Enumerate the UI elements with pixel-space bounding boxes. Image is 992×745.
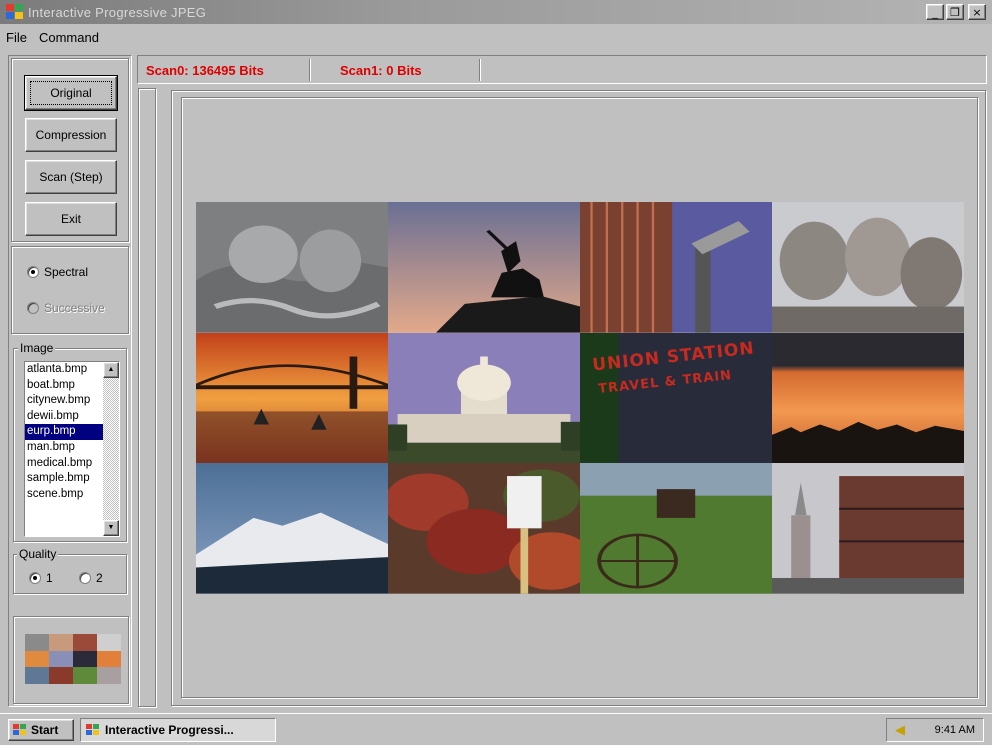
scroll-down-button[interactable]: ▼ <box>103 520 119 536</box>
quality-group-legend: Quality <box>17 547 59 561</box>
start-label: Start <box>31 723 59 737</box>
autumn-sign-photo <box>388 463 580 594</box>
windows-logo-icon <box>13 724 27 736</box>
mount-rushmore-photo <box>772 202 964 333</box>
farm-wheel-photo <box>580 463 772 594</box>
app-icon <box>86 724 100 736</box>
successive-option: Successive <box>27 301 105 315</box>
quality-radio-1[interactable] <box>29 572 41 584</box>
scan0-status: Scan0: 136495 Bits <box>138 59 310 81</box>
quality-option-1[interactable]: 1 <box>29 571 53 585</box>
skyscraper-photo <box>580 202 772 333</box>
scan-status-bar: Scan0: 136495 Bits Scan1: 0 Bits <box>137 55 987 84</box>
minimize-button[interactable]: _ <box>926 4 944 20</box>
maximize-button[interactable]: ❐ <box>946 4 964 20</box>
thumbnail-frame <box>13 616 129 704</box>
quality-label-1: 1 <box>46 571 53 585</box>
successive-label: Successive <box>44 301 105 315</box>
taskbar-app-button[interactable]: Interactive Progressi... <box>80 718 276 742</box>
mountain-photo <box>196 463 388 594</box>
list-item[interactable]: man.bmp <box>25 440 103 456</box>
spectral-radio[interactable] <box>27 266 39 278</box>
list-item[interactable]: citynew.bmp <box>25 393 103 409</box>
taskbar-app-label: Interactive Progressi... <box>105 723 234 737</box>
union-station-photo: UNION STATION TRAVEL & TRAIN <box>580 332 772 464</box>
list-scrollbar[interactable]: ▲ ▼ <box>103 362 119 536</box>
list-item[interactable]: boat.bmp <box>25 378 103 394</box>
stone-carving-photo <box>196 202 388 333</box>
list-item[interactable]: sample.bmp <box>25 471 103 487</box>
scroll-up-button[interactable]: ▲ <box>103 362 119 378</box>
menu-bar: File Command <box>0 26 105 48</box>
list-item[interactable]: scene.bmp <box>25 487 103 503</box>
sunset-silhouette-photo <box>772 332 964 464</box>
list-item[interactable]: dewii.bmp <box>25 409 103 425</box>
scan-step-button[interactable]: Scan (Step) <box>25 160 117 194</box>
quality-label-2: 2 <box>96 571 103 585</box>
exit-button[interactable]: Exit <box>25 202 117 236</box>
list-item[interactable]: medical.bmp <box>25 456 103 472</box>
horse-statue-photo <box>388 202 580 333</box>
vertical-splitter[interactable] <box>138 88 156 707</box>
scan1-status: Scan1: 0 Bits <box>310 59 480 81</box>
street-photo <box>772 463 964 594</box>
quality-radio-2[interactable] <box>79 572 91 584</box>
taskbar: Start Interactive Progressi... ◀ 9:41 AM <box>0 713 992 745</box>
successive-radio <box>27 302 39 314</box>
spectral-option[interactable]: Spectral <box>27 265 88 279</box>
menu-file[interactable]: File <box>0 30 33 45</box>
capitol-building-photo <box>388 332 580 464</box>
start-button[interactable]: Start <box>8 719 74 741</box>
spectral-label: Spectral <box>44 265 89 279</box>
window-title: Interactive Progressive JPEG <box>28 4 207 20</box>
image-thumbnail <box>25 634 121 684</box>
list-item[interactable]: atlanta.bmp <box>25 362 103 378</box>
image-listbox[interactable]: atlanta.bmp boat.bmp citynew.bmp dewii.b… <box>24 361 120 537</box>
mode-group <box>11 246 129 334</box>
bridge-sunset-photo <box>196 332 388 464</box>
close-button[interactable]: × <box>968 4 986 20</box>
image-group-legend: Image <box>18 341 56 355</box>
speaker-icon[interactable]: ◀ <box>895 722 905 738</box>
clock[interactable]: 9:41 AM <box>935 724 975 736</box>
compression-button[interactable]: Compression <box>25 118 117 152</box>
windows-logo-icon <box>6 4 24 20</box>
title-bar: Interactive Progressive JPEG _ ❐ × <box>0 0 992 24</box>
original-button[interactable]: Original <box>24 75 118 111</box>
system-tray: ◀ 9:41 AM <box>886 718 984 742</box>
list-item-selected[interactable]: eurp.bmp <box>25 424 103 440</box>
control-panel: Original Compression Scan (Step) Exit Sp… <box>8 55 132 707</box>
photo-mosaic: UNION STATION TRAVEL & TRAIN <box>196 202 964 594</box>
menu-command[interactable]: Command <box>33 30 105 45</box>
quality-option-2[interactable]: 2 <box>79 571 103 585</box>
